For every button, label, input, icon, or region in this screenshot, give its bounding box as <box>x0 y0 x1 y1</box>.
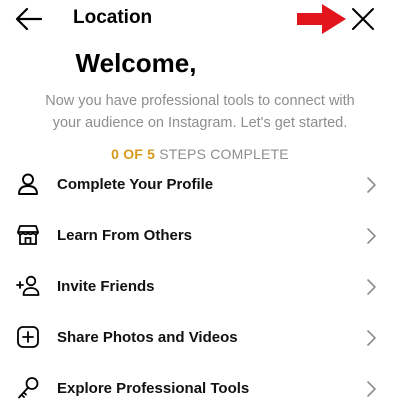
welcome-heading: Welcome, <box>75 48 197 78</box>
subtitle-line: Now you have professional tools to conne… <box>45 93 355 109</box>
key-icon <box>16 376 40 400</box>
chevron-right-icon <box>366 277 378 297</box>
person-icon <box>16 172 40 196</box>
step-explore-professional-tools[interactable]: Explore Professional Tools <box>0 364 400 415</box>
step-share-photos-videos[interactable]: Share Photos and Videos <box>0 313 400 364</box>
steps-list: Complete Your Profile Learn From Others <box>0 160 400 415</box>
chevron-right-icon <box>366 328 378 348</box>
chevron-right-icon <box>366 175 378 195</box>
step-label: Invite Friends <box>57 278 155 295</box>
step-invite-friends[interactable]: Invite Friends <box>0 262 400 313</box>
intro-subtitle: Now you have professional tools to conne… <box>20 90 380 134</box>
storefront-icon <box>16 223 40 247</box>
chevron-right-icon <box>366 379 378 399</box>
step-label: Explore Professional Tools <box>57 380 250 397</box>
back-button[interactable] <box>14 6 44 32</box>
back-arrow-icon <box>15 7 43 31</box>
arrow-right-icon <box>297 4 346 34</box>
top-bar: Location <box>0 0 400 40</box>
page-title: Location <box>73 7 153 28</box>
add-person-icon <box>16 274 40 298</box>
step-learn-from-others[interactable]: Learn From Others <box>0 211 400 262</box>
red-arrow-annotation <box>296 2 348 36</box>
close-icon <box>352 8 374 30</box>
step-complete-profile[interactable]: Complete Your Profile <box>0 160 400 211</box>
chevron-right-icon <box>366 226 378 246</box>
close-button[interactable] <box>350 6 376 32</box>
step-label: Share Photos and Videos <box>57 329 238 346</box>
step-label: Learn From Others <box>57 227 193 244</box>
subtitle-line: your audience on Instagram. Let's get st… <box>52 115 348 131</box>
step-label: Complete Your Profile <box>57 176 214 193</box>
plus-square-icon <box>16 325 40 349</box>
